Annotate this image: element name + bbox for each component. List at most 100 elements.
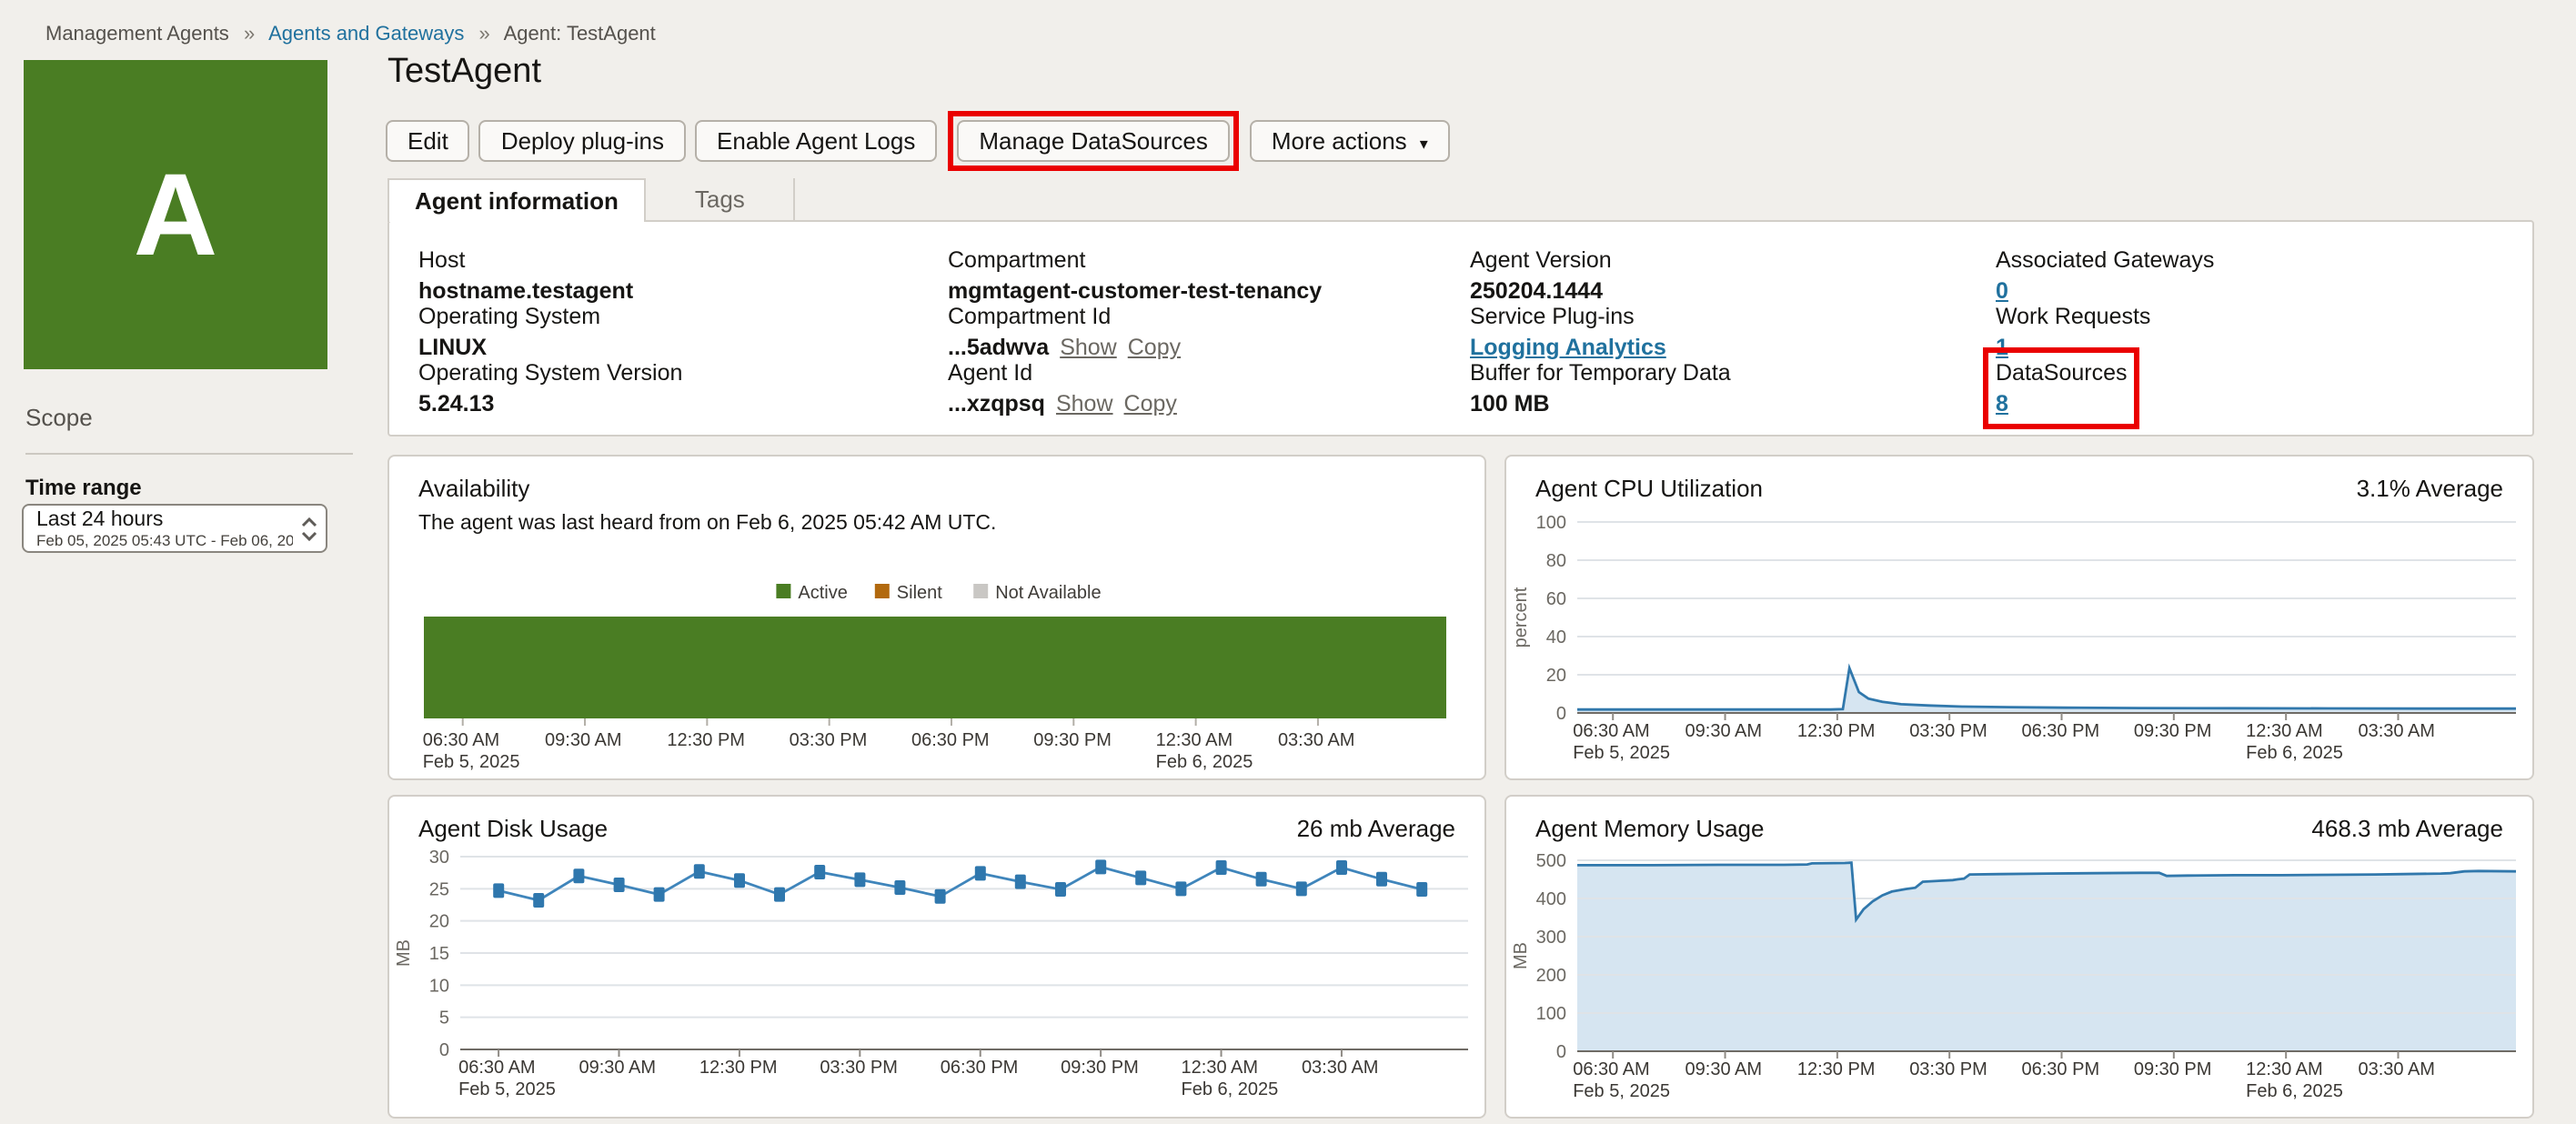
- svg-text:12:30 PM: 12:30 PM: [699, 1058, 778, 1078]
- field-label: Buffer for Temporary Data: [1470, 360, 1731, 386]
- agent-avatar: A: [24, 60, 327, 369]
- svg-text:06:30 PM: 06:30 PM: [2022, 1059, 2100, 1079]
- field-buffer-for-temporary-data: Buffer for Temporary Data 100 MB: [1470, 360, 1731, 416]
- svg-text:03:30 PM: 03:30 PM: [1909, 1059, 1987, 1079]
- svg-text:03:30 PM: 03:30 PM: [790, 730, 868, 750]
- breadcrumb-item-management-agents[interactable]: Management Agents: [45, 24, 229, 45]
- cpu-average-label: 3.1% Average: [2356, 475, 2503, 502]
- field-label: DataSources: [1996, 360, 2128, 386]
- deploy-plug-ins-button[interactable]: Deploy plug-ins: [478, 120, 687, 162]
- breadcrumb-link-agents-and-gateways[interactable]: Agents and Gateways: [268, 24, 464, 45]
- svg-text:30: 30: [429, 848, 449, 868]
- field-value: 5.24.13: [418, 391, 495, 416]
- field-value: Logging Analytics: [1470, 335, 1666, 360]
- svg-text:10: 10: [429, 976, 449, 996]
- more-actions-button[interactable]: More actions ▾: [1249, 120, 1450, 162]
- cpu-utilization-chart: 0 20 40 60 80 100 percent 06:30 AMFeb 5, 2025 09…: [1511, 513, 2516, 763]
- svg-text:06:30 AM: 06:30 AM: [1573, 721, 1650, 741]
- avatar-letter: A: [133, 149, 218, 280]
- svg-text:0: 0: [439, 1040, 449, 1060]
- field-datasources: DataSources 8: [1982, 347, 2140, 429]
- svg-text:Feb 6, 2025: Feb 6, 2025: [2246, 1081, 2343, 1101]
- field-label: Work Requests: [1996, 304, 2151, 329]
- svg-text:03:30 AM: 03:30 AM: [1278, 730, 1355, 750]
- spinner-icon[interactable]: [300, 514, 318, 543]
- field-agent-id: Agent Id ...xzqpsq Show Copy: [948, 360, 1177, 416]
- field-label: Associated Gateways: [1996, 247, 2215, 273]
- availability-chart: Active Silent Not Available 06:30 AMFeb 5, …: [423, 583, 1446, 772]
- cpu-chart-title: Agent CPU Utilization: [1535, 475, 1763, 502]
- svg-text:09:30 PM: 09:30 PM: [1061, 1058, 1139, 1078]
- svg-text:60: 60: [1546, 589, 1566, 609]
- svg-text:MB: MB: [394, 939, 414, 967]
- edit-button[interactable]: Edit: [386, 120, 470, 162]
- svg-text:20: 20: [1546, 666, 1566, 686]
- svg-text:06:30 AM: 06:30 AM: [1573, 1059, 1650, 1079]
- svg-text:40: 40: [1546, 627, 1566, 647]
- series-line: [498, 865, 1423, 902]
- svg-text:15: 15: [429, 944, 449, 964]
- data-point-marker: [1416, 882, 1428, 897]
- show-link[interactable]: Show: [1056, 391, 1113, 416]
- breadcrumb-item-current: Agent: TestAgent: [503, 24, 656, 45]
- data-point-marker: [1135, 870, 1147, 886]
- show-link[interactable]: Show: [1060, 335, 1117, 360]
- memory-usage-chart: 0 100 200 300 400 500 MB 06:30 AMFeb 5, 2025 09:…: [1511, 851, 2517, 1101]
- more-actions-label: More actions: [1271, 127, 1407, 155]
- data-point-marker: [1095, 859, 1107, 875]
- data-point-marker: [573, 868, 585, 884]
- data-point-marker: [774, 887, 785, 902]
- svg-text:12:30 PM: 12:30 PM: [1797, 1059, 1876, 1079]
- svg-text:Feb 5, 2025: Feb 5, 2025: [423, 752, 520, 772]
- tab-agent-information[interactable]: Agent information: [387, 178, 646, 222]
- field-label: Compartment Id: [948, 304, 1112, 329]
- tab-tags[interactable]: Tags: [646, 178, 796, 220]
- svg-text:12:30 AM: 12:30 AM: [2246, 1059, 2323, 1079]
- action-buttons: Edit Deploy plug-ins Enable Agent Logs M…: [386, 111, 1450, 171]
- legend-swatch-silent: [874, 584, 890, 598]
- svg-text:06:30 AM: 06:30 AM: [423, 730, 500, 750]
- field-agent-version: Agent Version 250204.1444: [1470, 247, 1612, 304]
- field-operating-system: Operating System LINUX: [418, 304, 600, 360]
- associated-gateways-link[interactable]: 0: [1996, 278, 2008, 304]
- time-range-select[interactable]: Last 24 hours Feb 05, 2025 05:43 UTC - F…: [22, 504, 327, 553]
- svg-text:09:30 PM: 09:30 PM: [2134, 1059, 2212, 1079]
- datasources-link[interactable]: 8: [1996, 391, 2008, 416]
- svg-text:03:30 AM: 03:30 AM: [2358, 721, 2435, 741]
- svg-text:12:30 AM: 12:30 AM: [1156, 730, 1233, 750]
- svg-text:03:30 AM: 03:30 AM: [2358, 1059, 2435, 1079]
- field-label: Agent Id: [948, 360, 1033, 386]
- enable-agent-logs-button[interactable]: Enable Agent Logs: [695, 120, 938, 162]
- memory-usage-card: Agent Memory Usage 468.3 mb Average 0 100…: [1504, 795, 2534, 1119]
- svg-text:Feb 6, 2025: Feb 6, 2025: [1156, 752, 1253, 772]
- svg-text:12:30 AM: 12:30 AM: [1182, 1058, 1259, 1078]
- svg-text:09:30 AM: 09:30 AM: [1685, 1059, 1763, 1079]
- availability-legend: Active Silent Not Available: [776, 583, 1102, 603]
- caret-down-icon: ▾: [1419, 135, 1428, 153]
- data-point-marker: [493, 883, 505, 898]
- svg-text:5: 5: [439, 1009, 449, 1029]
- breadcrumb: Management Agents » Agents and Gateways …: [45, 24, 656, 45]
- data-point-marker: [693, 864, 705, 879]
- breadcrumb-separator: »: [243, 24, 256, 45]
- work-requests-link[interactable]: 1: [1996, 335, 2008, 360]
- data-point-marker: [1295, 881, 1307, 897]
- field-value: LINUX: [418, 335, 487, 360]
- copy-link[interactable]: Copy: [1124, 391, 1177, 416]
- time-range-label: Time range: [25, 475, 142, 500]
- copy-link[interactable]: Copy: [1128, 335, 1181, 360]
- data-point-marker: [1175, 881, 1187, 897]
- field-associated-gateways: Associated Gateways 0: [1996, 247, 2214, 304]
- data-point-marker: [734, 873, 745, 888]
- time-range-value: Last 24 hours: [36, 509, 164, 531]
- svg-text:06:30 PM: 06:30 PM: [941, 1058, 1019, 1078]
- field-compartment: Compartment mgmtagent-customer-test-tenan…: [948, 247, 1322, 304]
- service-plug-ins-link[interactable]: Logging Analytics: [1470, 335, 1666, 360]
- svg-text:20: 20: [429, 912, 449, 932]
- data-point-marker: [653, 887, 665, 902]
- breadcrumb-separator: »: [478, 24, 490, 45]
- field-value: ...5adwva Show Copy: [948, 335, 1182, 360]
- svg-text:06:30 PM: 06:30 PM: [2022, 721, 2100, 741]
- manage-datasources-button[interactable]: Manage DataSources: [957, 120, 1230, 162]
- data-point-marker: [854, 872, 866, 888]
